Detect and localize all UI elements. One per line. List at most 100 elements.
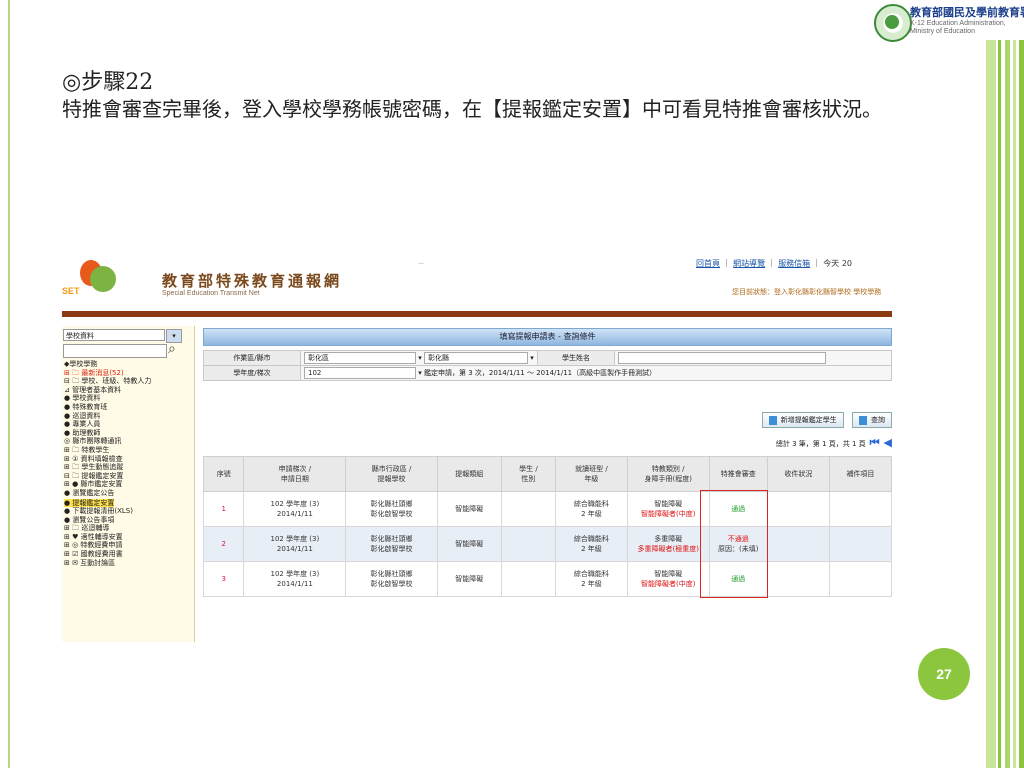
table-cell (828, 561, 892, 597)
sidebar-search-input[interactable] (63, 344, 167, 358)
sidebar-item[interactable]: ● 下載提報清冊(XLS) (64, 507, 151, 516)
moe-logo: 教育部國民及學前教育署 K-12 Education Administratio… (870, 0, 1024, 46)
home-link[interactable]: 回首頁 (696, 259, 720, 268)
sidebar-item[interactable]: ● 巡迴資料 (64, 412, 151, 421)
column-header: 特教類別 / 身障手冊(程度) (626, 456, 710, 492)
sidebar-item[interactable]: ◆學校學務 (64, 360, 151, 369)
term-label: 學年度/梯次 (203, 365, 301, 381)
result-table: 序號 申請梯次 / 申請日期 縣市行政區 / 提報學校 提報類組 學生 / 性別 就讀班型 / 年… (202, 456, 892, 597)
term-detail: 鑑定申請，第 3 次，2014/1/11 ～ 2014/1/11（高級中區製作手… (423, 369, 657, 377)
table-cell: 102 學年度 (3) 2014/1/11 (243, 561, 347, 597)
region-select[interactable]: 彰化區 (304, 352, 416, 364)
table-cell (766, 491, 830, 527)
sidebar: 學校資料 ▾ ⌕ ◆學校學務 ⊞ 🗀 最新消息(52) ⊟ 🗀 學校、班級、特教人力… (62, 326, 195, 642)
sidebar-item[interactable]: ● 特殊教育班 (64, 403, 151, 412)
sidebar-item[interactable]: ● 專業人員 (64, 420, 151, 429)
county-select[interactable]: 彰化縣 (423, 352, 528, 364)
sidebar-item[interactable]: ⊞ ● 縣市鑑定安置 (64, 480, 151, 489)
sidebar-item[interactable]: ⊞ ☑ 國教經費用書 (64, 550, 151, 559)
logo-line1: 教育部國民及學前教育署 (910, 6, 1024, 19)
step-heading: ◎步驟22 (62, 70, 154, 95)
table-cell: 智能障礙 (436, 526, 502, 562)
prev-page-icon[interactable]: ◀ (884, 436, 892, 449)
table-cell: 1 (202, 491, 245, 527)
dots-text: ... (418, 259, 424, 266)
mailbox-link[interactable]: 服務信箱 (778, 259, 810, 268)
table-cell (766, 561, 830, 597)
sitemap-link[interactable]: 網站導覽 (733, 259, 765, 268)
sidebar-tree: ◆學校學務 ⊞ 🗀 最新消息(52) ⊟ 🗀 學校、班級、特教人力 ⊿ 管理者基本資… (64, 360, 151, 567)
table-cell (500, 526, 557, 562)
right-frame-band (1013, 40, 1016, 768)
column-header: 就讀班型 / 年級 (555, 456, 628, 492)
header-bar (62, 311, 892, 317)
query-button[interactable]: 查詢 (852, 412, 892, 428)
table-cell: 智能障礙 智能障礙者(中度) (626, 561, 710, 597)
add-student-button[interactable]: 新增提報鑑定學生 (761, 412, 844, 428)
moe-seal-icon (874, 4, 912, 42)
sidebar-item[interactable]: ⊞ 🗀 最新消息(52) (64, 369, 151, 378)
logo-line2: K-12 Education Administration, Ministry o… (910, 20, 1006, 35)
sidebar-item[interactable]: ⊞ 🗀 特教學生 (64, 446, 151, 455)
column-header: 收件狀況 (766, 456, 830, 492)
table-cell: 彰化縣社頭鄉 彰化啟智學校 (345, 526, 438, 562)
main-panel: 填寫提報申請表 - 查詢條件 作業區/縣市 彰化區 ▾ 彰化縣 ▾ 學生姓名 學… (202, 328, 892, 598)
column-header: 補件項目 (828, 456, 892, 492)
action-buttons: 新增提報鑑定學生 查詢 (756, 412, 892, 428)
sidebar-item[interactable]: ⊞ 🗀 巡迴輔導 (64, 524, 151, 533)
column-header: 提報類組 (436, 456, 502, 492)
region-label: 作業區/縣市 (203, 350, 301, 366)
panel-title: 填寫提報申請表 - 查詢條件 (203, 328, 892, 346)
sidebar-item[interactable]: ◎ 縣市團隊轉通訊 (64, 437, 151, 446)
table-cell: 102 學年度 (3) 2014/1/11 (243, 491, 347, 527)
sidebar-item[interactable]: ⊞ 🗀 學生動態追蹤 (64, 463, 151, 472)
column-header: 特推會審查 (708, 456, 768, 492)
sidebar-item[interactable]: ⊞ ✉ 互動討論區 (64, 559, 151, 568)
student-name-input[interactable] (618, 352, 826, 364)
column-header: 序號 (202, 456, 245, 492)
site-title: 教育部特殊教育通報網 (162, 272, 343, 290)
right-frame-band (986, 40, 996, 768)
sidebar-item[interactable]: ⊞ ① 資料填報檢查 (64, 455, 151, 464)
sidebar-item[interactable]: ● 瀏覽鑑定公告 (64, 489, 151, 498)
right-frame-band (1019, 40, 1024, 768)
step-description: 特推會審查完畢後，登入學校學務帳號密碼，在【提報鑑定安置】中可看見特推會審核狀況… (62, 97, 882, 121)
sidebar-item[interactable]: ⊞ ◎ 特教經費申請 (64, 541, 151, 550)
left-frame-line (8, 0, 10, 768)
table-row[interactable]: 1 102 學年度 (3) 2014/1/11 彰化縣社頭鄉 彰化啟智學校 智能障礙 綜合職… (202, 491, 892, 527)
right-frame-band (998, 40, 1001, 768)
table-cell: 綜合職能科 2 年級 (555, 526, 628, 562)
set-logo: SET (62, 256, 132, 300)
sidebar-item[interactable]: ● 瀏覽公告事項 (64, 516, 151, 525)
sidebar-item[interactable]: ● 學校資料 (64, 394, 151, 403)
table-cell (828, 491, 892, 527)
site-subtitle: Special Education Transmit Net (162, 290, 260, 297)
table-cell (828, 526, 892, 562)
today-text: 今天 20 (823, 259, 853, 268)
table-cell: 彰化縣社頭鄉 彰化啟智學校 (345, 491, 438, 527)
term-select[interactable]: 102 (304, 367, 416, 379)
name-label: 學生姓名 (537, 350, 615, 366)
table-row[interactable]: 2 102 學年度 (3) 2014/1/11 彰化縣社頭鄉 彰化啟智學校 智能障礙 綜合職… (202, 526, 892, 562)
table-cell: 2 (202, 526, 245, 562)
table-cell (500, 561, 557, 597)
table-cell: 102 學年度 (3) 2014/1/11 (243, 526, 347, 562)
table-cell (500, 491, 557, 527)
table-cell: 綜合職能科 2 年級 (555, 561, 628, 597)
user-status: 您目前狀態：登入彰化縣彰化縣智學校 學校學務 (732, 288, 882, 296)
review-highlight-box (700, 490, 768, 598)
sidebar-select[interactable]: 學校資料 (63, 329, 165, 341)
table-row[interactable]: 3 102 學年度 (3) 2014/1/11 彰化縣社頭鄉 彰化啟智學校 智能障礙 綜合職… (202, 561, 892, 597)
add-icon (768, 415, 777, 425)
search-icon[interactable]: ⌕ (168, 340, 176, 357)
filter-form: 作業區/縣市 彰化區 ▾ 彰化縣 ▾ 學生姓名 學年度/梯次 102 ▾ 鑑定申… (203, 350, 892, 381)
table-cell: 3 (202, 561, 245, 597)
sidebar-item[interactable]: ⊟ 🗀 學校、班級、特教人力 (64, 377, 151, 386)
column-header: 學生 / 性別 (500, 456, 557, 492)
table-cell: 綜合職能科 2 年級 (555, 491, 628, 527)
column-header: 縣市行政區 / 提報學校 (345, 456, 438, 492)
sidebar-item[interactable]: ● 提報鑑定安置 (64, 498, 115, 508)
embedded-screenshot: SET 教育部特殊教育通報網 Special Education Transmi… (62, 250, 892, 642)
result-count: 總計 3 筆，第 1 頁，共 1 頁 ⏮ ◀ (775, 436, 892, 449)
first-page-icon[interactable]: ⏮ (870, 436, 880, 449)
